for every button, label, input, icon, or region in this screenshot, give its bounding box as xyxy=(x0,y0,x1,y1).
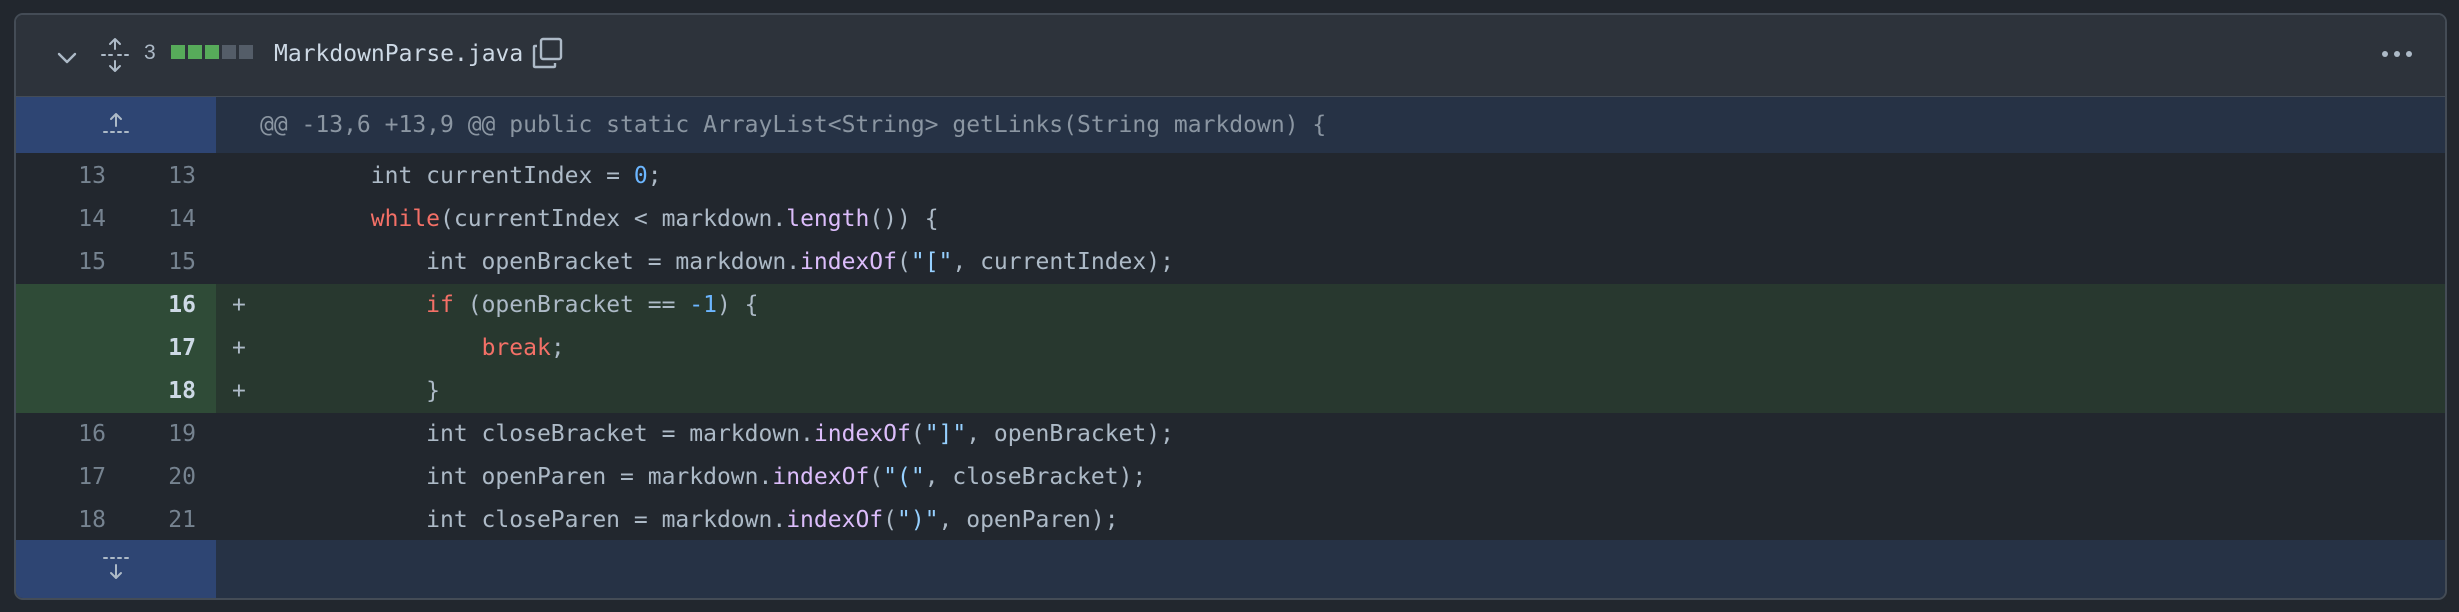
old-line-number[interactable]: 13 xyxy=(16,155,106,198)
new-line-number[interactable]: 20 xyxy=(106,456,196,499)
code-token: ( xyxy=(896,249,911,275)
new-line-number[interactable]: 14 xyxy=(106,198,196,241)
diff-line-added: 16 + if (openBracket == -1) { xyxy=(16,284,2445,327)
code-token: indexOf xyxy=(800,249,897,275)
diff-sign: + xyxy=(232,378,246,404)
old-line-number[interactable]: 17 xyxy=(16,456,106,499)
new-line-number[interactable]: 13 xyxy=(106,155,196,198)
new-line-number[interactable]: 16 xyxy=(106,284,196,327)
diff-line-added: 17 + break; xyxy=(16,327,2445,370)
diffstat-added-square xyxy=(171,45,185,59)
diff-file-container: 3 MarkdownParse.java @@ -13,6 +13,9 @@ p… xyxy=(14,13,2447,600)
new-line-number[interactable]: 15 xyxy=(106,241,196,284)
diff-line-context: 13 13 int currentIndex = 0; xyxy=(16,155,2445,198)
code-token: break xyxy=(481,335,551,361)
code-token: int openBracket = markdown. xyxy=(260,249,801,275)
old-line-number[interactable]: 15 xyxy=(16,241,106,284)
diff-line-context: 14 14 while(currentIndex < markdown.lengt… xyxy=(16,198,2445,241)
code-token: length xyxy=(786,206,870,232)
code-token: if xyxy=(426,292,454,318)
expand-up-icon[interactable] xyxy=(101,109,131,139)
old-line-number[interactable]: 16 xyxy=(16,413,106,456)
code-token: indexOf xyxy=(772,464,870,490)
code-text: int closeParen = markdown.indexOf(")", o… xyxy=(260,499,1119,542)
changes-count: 3 xyxy=(144,41,156,64)
old-line-number[interactable]: 14 xyxy=(16,198,106,241)
code-text: int openBracket = markdown.indexOf("[", … xyxy=(260,241,1174,284)
diff-line-context: 17 20 int openParen = markdown.indexOf("(… xyxy=(16,456,2445,499)
code-token: indexOf xyxy=(813,421,911,447)
diff-sign: + xyxy=(232,335,246,361)
expand-down-icon[interactable] xyxy=(101,553,131,585)
copy-icon[interactable] xyxy=(530,35,566,71)
code-text: while(currentIndex < markdown.length()) … xyxy=(260,198,939,241)
code-token: (openBracket == xyxy=(453,292,690,318)
diff-sign: + xyxy=(232,292,246,318)
diffstat-neutral-square xyxy=(239,45,253,59)
expand-bottom-row xyxy=(16,540,2445,598)
code-token: } xyxy=(260,378,441,404)
code-token: , openBracket); xyxy=(966,421,1174,447)
diffstat-added-square xyxy=(188,45,202,59)
expand-gutter xyxy=(16,540,216,598)
file-header: 3 MarkdownParse.java xyxy=(16,15,2445,98)
new-line-number[interactable]: 17 xyxy=(106,327,196,370)
new-line-number[interactable]: 21 xyxy=(106,499,196,542)
diff-line-context: 16 19 int closeBracket = markdown.indexOf… xyxy=(16,413,2445,456)
code-text: int currentIndex = 0; xyxy=(260,155,662,198)
code-token: int closeBracket = markdown. xyxy=(260,421,814,447)
code-token: -1 xyxy=(689,292,717,318)
code-token: ( xyxy=(910,421,925,447)
diff-line-context: 15 15 int openBracket = markdown.indexOf(… xyxy=(16,241,2445,284)
code-token: ( xyxy=(869,464,884,490)
code-token: ; xyxy=(647,163,662,189)
hunk-gutter xyxy=(16,97,216,153)
diff-line-added: 18 + } xyxy=(16,370,2445,413)
diffstat-bar xyxy=(171,45,256,59)
kebab-horizontal-icon[interactable] xyxy=(2377,37,2417,71)
code-token: ( xyxy=(883,507,897,533)
chevron-down-icon[interactable] xyxy=(54,45,80,71)
new-line-number[interactable]: 19 xyxy=(106,413,196,456)
diffstat-added-square xyxy=(205,45,219,59)
code-token: "(" xyxy=(883,464,925,490)
old-line-number[interactable]: 18 xyxy=(16,499,106,542)
code-token: "]" xyxy=(924,421,967,447)
code-token: ) { xyxy=(716,292,759,318)
hunk-header-row: @@ -13,6 +13,9 @@ public static ArrayLis… xyxy=(16,97,2445,153)
code-text: if (openBracket == -1) { xyxy=(260,284,759,327)
code-token: 0 xyxy=(633,163,648,189)
code-token: while xyxy=(370,206,441,232)
code-token: int currentIndex = xyxy=(260,163,634,189)
code-token: int closeParen = markdown. xyxy=(260,507,787,533)
code-text: int closeBracket = markdown.indexOf("]",… xyxy=(260,413,1174,456)
code-text: break; xyxy=(260,327,565,370)
code-token: (currentIndex < markdown. xyxy=(440,206,787,232)
code-token: indexOf xyxy=(786,507,884,533)
diffstat-neutral-square xyxy=(222,45,236,59)
code-token: "[" xyxy=(910,249,953,275)
hunk-header-text: @@ -13,6 +13,9 @@ public static ArrayLis… xyxy=(260,112,1327,138)
diff-line-context: 18 21 int closeParen = markdown.indexOf("… xyxy=(16,499,2445,542)
code-text: int openParen = markdown.indexOf("(", cl… xyxy=(260,456,1146,499)
code-token: , openParen); xyxy=(938,507,1119,533)
code-token: ; xyxy=(550,335,565,361)
code-token: ()) { xyxy=(869,206,939,232)
code-token: int openParen = markdown. xyxy=(260,464,773,490)
code-token: , currentIndex); xyxy=(952,249,1174,275)
fold-icon[interactable] xyxy=(100,37,130,73)
code-token: ")" xyxy=(897,507,939,533)
new-line-number[interactable]: 18 xyxy=(106,370,196,413)
file-name[interactable]: MarkdownParse.java xyxy=(274,41,523,67)
code-token: , closeBracket); xyxy=(924,464,1147,490)
code-text: } xyxy=(260,370,440,413)
